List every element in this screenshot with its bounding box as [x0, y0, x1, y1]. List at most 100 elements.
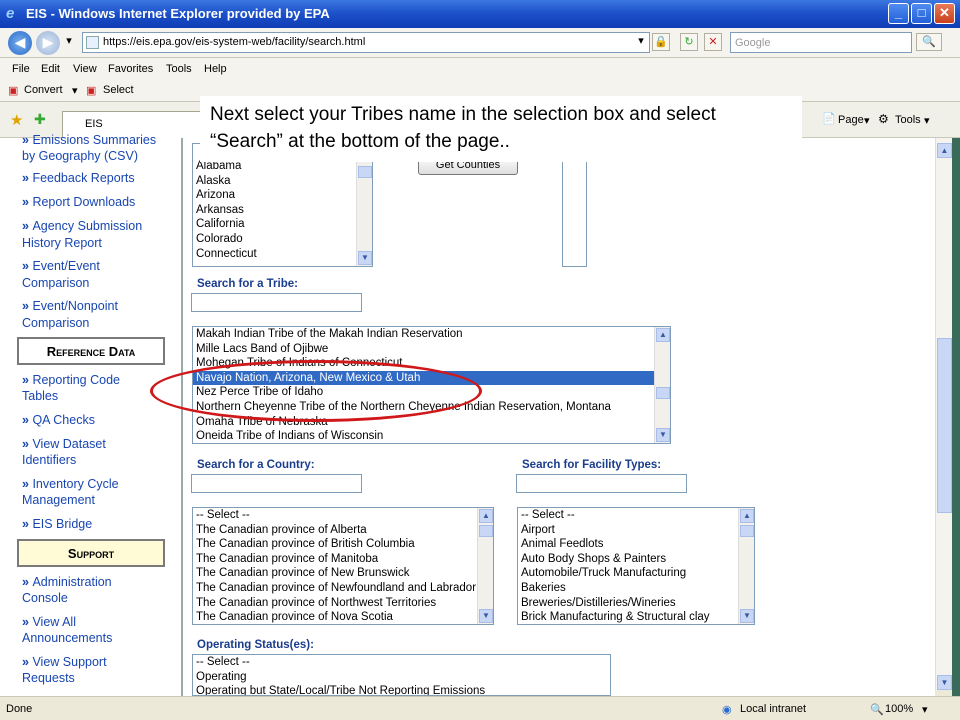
tools-dropdown-icon[interactable]: ▾ — [924, 114, 930, 127]
facility-scrollbar[interactable]: ▲ ▼ — [738, 508, 754, 624]
page-scroll-thumb[interactable] — [937, 338, 952, 513]
back-button[interactable]: ◀ — [8, 31, 32, 55]
country-option[interactable]: The Canadian province of Northwest Terri… — [193, 596, 493, 611]
lock-icon[interactable]: 🔒 — [652, 33, 670, 51]
reference-data-header: Reference Data — [17, 337, 165, 365]
state-option[interactable]: Colorado — [193, 232, 372, 247]
status-option[interactable]: Operating — [193, 670, 610, 685]
nav-feedback-reports[interactable]: Feedback Reports — [22, 170, 162, 186]
nav-reporting-code-tables-cont[interactable]: Tables — [22, 388, 162, 404]
state-option[interactable]: Arkansas — [193, 203, 372, 218]
menu-file[interactable]: File — [12, 63, 30, 75]
facility-listbox[interactable]: -- Select -- Airport Animal Feedlots Aut… — [517, 507, 755, 625]
nav-emissions-summaries[interactable]: Emissions Summaries — [22, 132, 162, 148]
facility-option[interactable]: Airport — [518, 523, 754, 538]
facility-option[interactable]: -- Select -- — [518, 508, 754, 523]
menu-help[interactable]: Help — [204, 63, 227, 75]
scroll-down-icon[interactable]: ▼ — [937, 675, 952, 690]
nav-reporting-code-tables[interactable]: Reporting Code — [22, 372, 162, 388]
menu-edit[interactable]: Edit — [41, 63, 60, 75]
tribe-option[interactable]: Oneida Tribe of Indians of Wisconsin — [193, 429, 670, 443]
country-option[interactable]: The Canadian province of British Columbi… — [193, 537, 493, 552]
status-listbox[interactable]: -- Select -- Operating Operating but Sta… — [192, 654, 611, 696]
nav-report-downloads[interactable]: Report Downloads — [22, 194, 162, 210]
country-option[interactable]: The Canadian province of Manitoba — [193, 552, 493, 567]
country-search-input[interactable] — [191, 474, 362, 493]
country-option[interactable]: The Canadian province of Alberta — [193, 523, 493, 538]
nav-inventory-cycle-cont[interactable]: Management — [22, 492, 162, 508]
nav-eis-bridge[interactable]: EIS Bridge — [22, 516, 162, 532]
country-listbox[interactable]: -- Select -- The Canadian province of Al… — [192, 507, 494, 625]
country-scrollbar[interactable]: ▲ ▼ — [477, 508, 493, 624]
menu-tools[interactable]: Tools — [166, 63, 192, 75]
nav-view-support-requests-cont[interactable]: Requests — [22, 670, 162, 686]
zoom-level[interactable]: 100% — [885, 703, 913, 715]
facility-search-input[interactable] — [516, 474, 687, 493]
tribe-option[interactable]: Makah Indian Tribe of the Makah Indian R… — [193, 327, 670, 342]
country-option[interactable]: The Canadian province of Newfoundland an… — [193, 581, 493, 596]
state-scrollbar[interactable]: ▼ — [356, 144, 372, 266]
nav-qa-checks[interactable]: QA Checks — [22, 412, 162, 428]
tribe-search-label: Search for a Tribe: — [197, 278, 298, 290]
state-option[interactable]: Alaska — [193, 174, 372, 189]
forward-button[interactable]: ▶ — [36, 31, 60, 55]
facility-option[interactable]: Brick Manufacturing & Structural clay — [518, 610, 754, 624]
state-option[interactable]: California — [193, 217, 372, 232]
nav-event-event[interactable]: Event/Event — [22, 258, 162, 274]
facility-option[interactable]: Auto Body Shops & Painters — [518, 552, 754, 567]
nav-event-nonpoint[interactable]: Event/Nonpoint — [22, 298, 162, 314]
tribe-scrollbar[interactable]: ▲ ▼ — [654, 327, 670, 443]
facility-option[interactable]: Bakeries — [518, 581, 754, 596]
state-option[interactable]: Connecticut — [193, 247, 372, 262]
nav-administration-console-cont[interactable]: Console — [22, 590, 162, 606]
nav-agency-submission-cont[interactable]: History Report — [22, 235, 162, 251]
country-option[interactable]: The Canadian province of New Brunswick — [193, 566, 493, 581]
search-input[interactable]: Google — [730, 32, 912, 53]
favorites-star-icon[interactable]: ★ — [10, 111, 23, 129]
page-dropdown-icon[interactable]: ▾ — [864, 114, 870, 127]
facility-option[interactable]: Animal Feedlots — [518, 537, 754, 552]
status-text: Done — [6, 703, 33, 715]
page-scrollbar[interactable]: ▲ ▼ — [935, 138, 952, 690]
nav-event-event-cont[interactable]: Comparison — [22, 275, 162, 291]
add-favorites-icon[interactable]: ✚ — [34, 111, 46, 128]
stop-icon[interactable]: ✕ — [704, 33, 722, 51]
nav-event-nonpoint-cont[interactable]: Comparison — [22, 315, 162, 331]
state-option[interactable]: Arizona — [193, 188, 372, 203]
address-dropdown-icon[interactable]: ▾ — [632, 33, 650, 51]
address-bar[interactable]: https://eis.epa.gov/eis-system-web/facil… — [82, 32, 650, 53]
search-icon[interactable]: 🔍 — [916, 33, 942, 51]
zoom-dropdown-icon[interactable]: ▾ — [922, 703, 928, 716]
maximize-button[interactable]: □ — [911, 3, 932, 24]
refresh-icon[interactable]: ↻ — [680, 33, 698, 51]
country-option[interactable]: -- Select -- — [193, 508, 493, 523]
convert-button[interactable]: Convert — [24, 84, 63, 96]
nav-emissions-summaries-cont[interactable]: by Geography (CSV) — [22, 148, 162, 164]
facility-option[interactable]: Automobile/Truck Manufacturing — [518, 566, 754, 581]
tools-menu[interactable]: Tools — [895, 114, 921, 126]
menu-favorites[interactable]: Favorites — [108, 63, 153, 75]
country-option[interactable]: The Canadian province of Nova Scotia — [193, 610, 493, 624]
nav-agency-submission[interactable]: Agency Submission — [22, 218, 162, 234]
convert-icon: ▣ — [8, 85, 19, 97]
select-button[interactable]: Select — [103, 84, 134, 96]
tribe-search-input[interactable] — [191, 293, 362, 312]
nav-view-all-announcements-cont[interactable]: Announcements — [22, 630, 162, 646]
nav-view-support-requests[interactable]: View Support — [22, 654, 162, 670]
menu-view[interactable]: View — [73, 63, 97, 75]
nav-administration-console[interactable]: Administration — [22, 574, 162, 590]
close-button[interactable]: ✕ — [934, 3, 955, 24]
convert-dropdown-icon[interactable]: ▾ — [72, 84, 78, 97]
nav-view-dataset-identifiers[interactable]: View Dataset — [22, 436, 162, 452]
tribe-option[interactable]: Mille Lacs Band of Ojibwe — [193, 342, 670, 357]
scroll-up-icon[interactable]: ▲ — [937, 143, 952, 158]
history-dropdown-icon[interactable]: ▾ — [60, 33, 78, 51]
page-menu[interactable]: Page — [838, 114, 864, 126]
nav-view-all-announcements[interactable]: View All — [22, 614, 162, 630]
nav-view-dataset-identifiers-cont[interactable]: Identifiers — [22, 452, 162, 468]
nav-inventory-cycle[interactable]: Inventory Cycle — [22, 476, 162, 492]
status-option[interactable]: Operating but State/Local/Tribe Not Repo… — [193, 684, 610, 695]
facility-option[interactable]: Breweries/Distilleries/Wineries — [518, 596, 754, 611]
minimize-button[interactable]: _ — [888, 3, 909, 24]
status-option[interactable]: -- Select -- — [193, 655, 610, 670]
